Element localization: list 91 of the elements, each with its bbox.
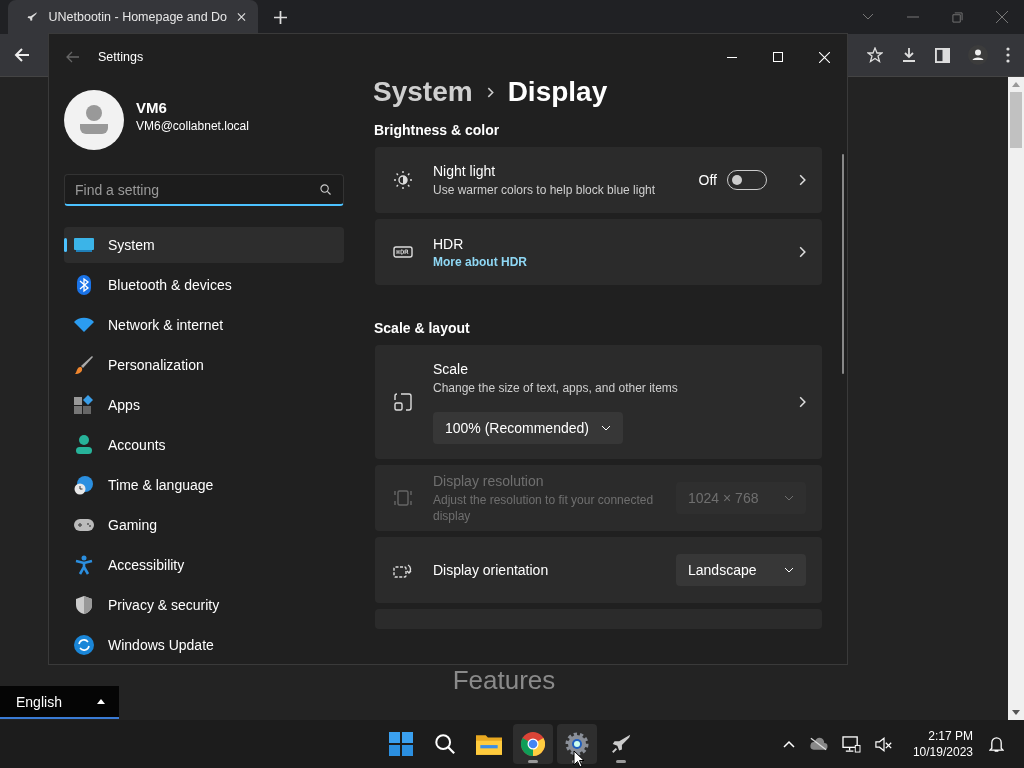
nav-item[interactable]: Apps: [64, 387, 344, 423]
shield-icon: [74, 595, 94, 615]
folder-icon: [476, 733, 502, 755]
cloud-off-icon[interactable]: [808, 737, 828, 751]
setting-title: Display resolution: [433, 472, 545, 489]
apps-icon: [74, 395, 94, 415]
window-title: Settings: [98, 50, 144, 64]
notification-bell-icon[interactable]: [989, 735, 1004, 753]
side-panel-icon[interactable]: [935, 47, 950, 63]
download-icon[interactable]: [901, 47, 917, 63]
plus-icon[interactable]: [274, 10, 287, 24]
section-heading: Brightness & color: [374, 122, 501, 138]
scale-dropdown[interactable]: 100% (Recommended): [433, 411, 623, 444]
user-email: VM6@collabnet.local: [136, 119, 249, 133]
language-selector[interactable]: English: [0, 686, 119, 719]
scrollbar[interactable]: [1008, 77, 1024, 720]
chevron-down-icon: [784, 567, 794, 573]
brush-icon: [74, 355, 94, 375]
setting-title: Night light: [433, 162, 497, 179]
date-text: 10/19/2023: [912, 744, 973, 760]
scroll-down-icon[interactable]: [1012, 710, 1020, 715]
resolution-icon: [393, 488, 413, 508]
breadcrumb-link[interactable]: System: [373, 76, 473, 108]
taskbar-app[interactable]: [513, 724, 553, 764]
restore-icon[interactable]: [952, 11, 963, 23]
chevron-down-icon: [600, 424, 611, 431]
chevron-down-icon[interactable]: [862, 13, 874, 21]
star-icon[interactable]: [867, 47, 883, 63]
volume-muted-icon[interactable]: [874, 736, 893, 752]
nav-item[interactable]: Accounts: [64, 427, 344, 463]
rocket-icon: [610, 733, 632, 755]
nav-item[interactable]: Time & language: [64, 467, 344, 503]
avatar-icon: [64, 90, 124, 150]
nav-item[interactable]: Gaming: [64, 507, 344, 543]
setting-card[interactable]: HDR More about HDR: [375, 219, 822, 285]
nav-item[interactable]: Privacy & security: [64, 587, 344, 623]
time-text: 2:17 PM: [928, 728, 973, 744]
chevron-up-icon[interactable]: [782, 740, 795, 748]
tab-title: UNetbootin - Homepage and Do: [48, 10, 228, 24]
bluetooth-icon: [74, 275, 94, 295]
search-icon: [434, 733, 456, 755]
accessibility-icon: [74, 555, 94, 575]
nav-item[interactable]: Windows Update: [64, 627, 344, 663]
mouse-cursor-icon: [573, 750, 585, 768]
setting-title: Display orientation: [433, 562, 550, 578]
setting-title: HDR: [433, 235, 465, 252]
search-field[interactable]: Find a setting: [64, 174, 344, 206]
taskbar-app[interactable]: [557, 724, 597, 764]
section-heading: Scale & layout: [374, 320, 471, 336]
setting-title: Scale: [433, 360, 470, 377]
chevron-right-icon: [486, 86, 494, 98]
caret-up-icon: [97, 699, 105, 704]
monitor-icon: [74, 235, 94, 255]
person-icon: [74, 435, 94, 455]
nav-item[interactable]: Bluetooth & devices: [64, 267, 344, 303]
setting-description: Change the size of text, apps, and other items: [433, 379, 679, 396]
setting-card[interactable]: Display orientation Landscape: [375, 537, 822, 603]
rocket-icon: [26, 10, 39, 24]
network-icon[interactable]: [841, 735, 861, 753]
chevron-right-icon: [799, 396, 806, 408]
page-heading: Features: [451, 666, 557, 694]
scale-icon: [393, 392, 413, 412]
setting-description: Use warmer colors to help block blue light: [433, 181, 657, 198]
toggle-state: Off: [698, 172, 717, 188]
globe-clock-icon: [74, 475, 94, 495]
brightness-icon: [393, 170, 413, 190]
setting-card[interactable]: Scale Change the size of text, apps, and other items 100% (Recommended): [375, 345, 822, 459]
windows-logo-icon: [389, 732, 413, 756]
nav-item[interactable]: System: [64, 227, 344, 263]
chevron-right-icon: [799, 174, 806, 186]
setting-card[interactable]: Night light Use warmer colors to help block blue light Off: [375, 147, 822, 213]
browser-tab[interactable]: UNetbootin - Homepage and Do: [8, 0, 258, 34]
link[interactable]: More about HDR: [433, 254, 787, 269]
chevron-down-icon: [784, 495, 794, 501]
nav-item[interactable]: Accessibility: [64, 547, 344, 583]
chrome-icon: [521, 732, 545, 756]
scroll-thumb[interactable]: [1010, 92, 1022, 148]
profile-icon[interactable]: [968, 45, 988, 65]
clock[interactable]: 2:17 PM 10/19/2023: [912, 728, 973, 760]
setting-description: Adjust the resolution to fit your connected display: [433, 491, 655, 524]
refresh-icon: [74, 635, 94, 655]
nav-item[interactable]: Personalization: [64, 347, 344, 383]
page-title: Display: [507, 76, 608, 108]
maximize-icon[interactable]: [773, 52, 783, 62]
dropdown[interactable]: Landscape: [676, 554, 806, 586]
nav-item[interactable]: Network & internet: [64, 307, 344, 343]
user-name: VM6: [136, 99, 168, 116]
menu-icon[interactable]: [1006, 47, 1010, 63]
chevron-right-icon: [799, 246, 806, 258]
wifi-icon: [74, 315, 94, 335]
search-icon: [320, 184, 331, 195]
